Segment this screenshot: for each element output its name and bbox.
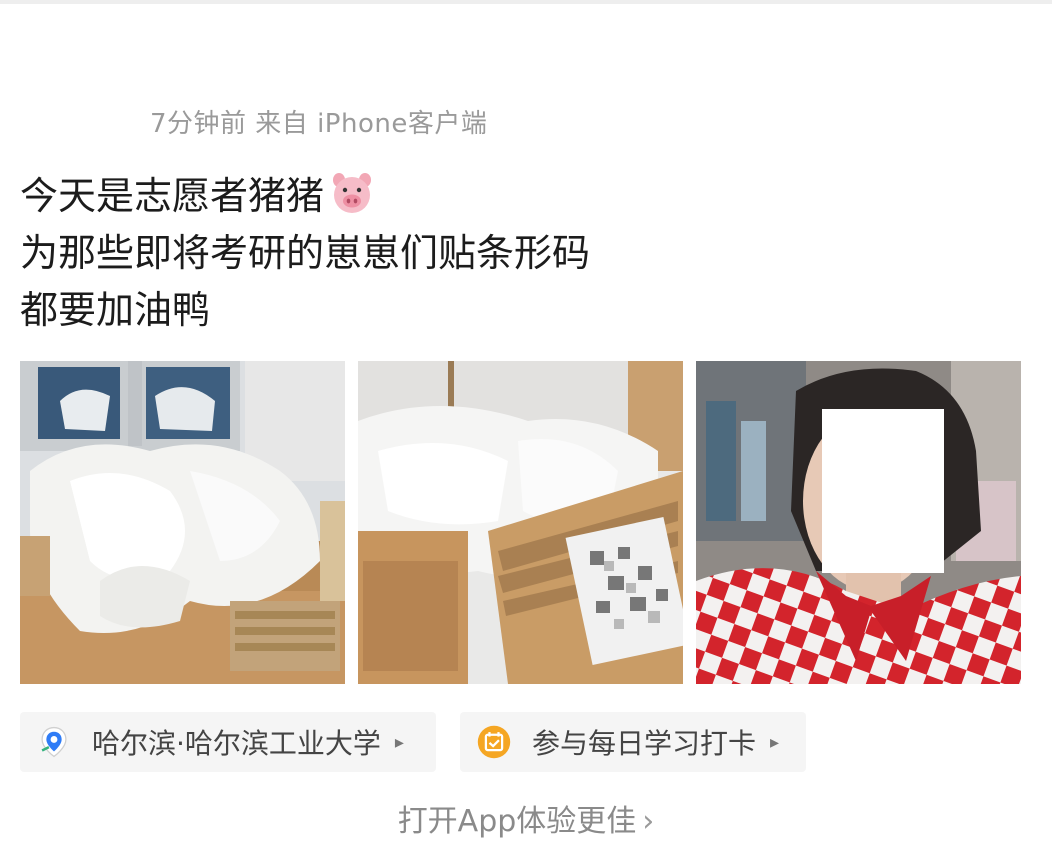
post-meta: 7分钟前 来自 iPhone客户端 (150, 109, 488, 139)
caret-right-icon: ▸ (770, 731, 780, 753)
open-app-link[interactable]: 打开App体验更佳 › (0, 796, 1052, 840)
post-line-1-text: 今天是志愿者猪猪 (20, 174, 325, 218)
daily-checkin-tag[interactable]: 参与每日学习打卡 ▸ (460, 712, 806, 772)
post-line-2: 为那些即将考研的崽崽们贴条形码 (20, 231, 591, 275)
daily-checkin-label: 参与每日学习打卡 (532, 727, 757, 760)
location-tag[interactable]: 哈尔滨·哈尔滨工业大学 ▸ (20, 712, 436, 772)
open-app-label: 打开App体验更佳 (397, 804, 637, 839)
post-line-1: 今天是志愿者猪猪 (20, 168, 590, 225)
photo-paper-pile-table[interactable] (20, 361, 345, 684)
pig-face-icon (330, 171, 374, 215)
post-line-3: 都要加油鸭 (20, 288, 211, 332)
caret-right-icon: ▸ (394, 731, 404, 753)
calendar-check-icon (474, 722, 514, 762)
photo-selfie-red-checkered[interactable] (696, 361, 1021, 684)
chevron-right-icon: › (642, 804, 655, 839)
top-divider (0, 0, 1052, 4)
map-pin-icon (34, 722, 74, 762)
location-label: 哈尔滨·哈尔滨工业大学 (92, 727, 381, 760)
post-body: 今天是志愿者猪猪 为那些即将考研的崽崽们贴条形码 都要加油鸭 (20, 168, 590, 339)
photo-envelopes-paper-floor[interactable] (358, 361, 683, 684)
